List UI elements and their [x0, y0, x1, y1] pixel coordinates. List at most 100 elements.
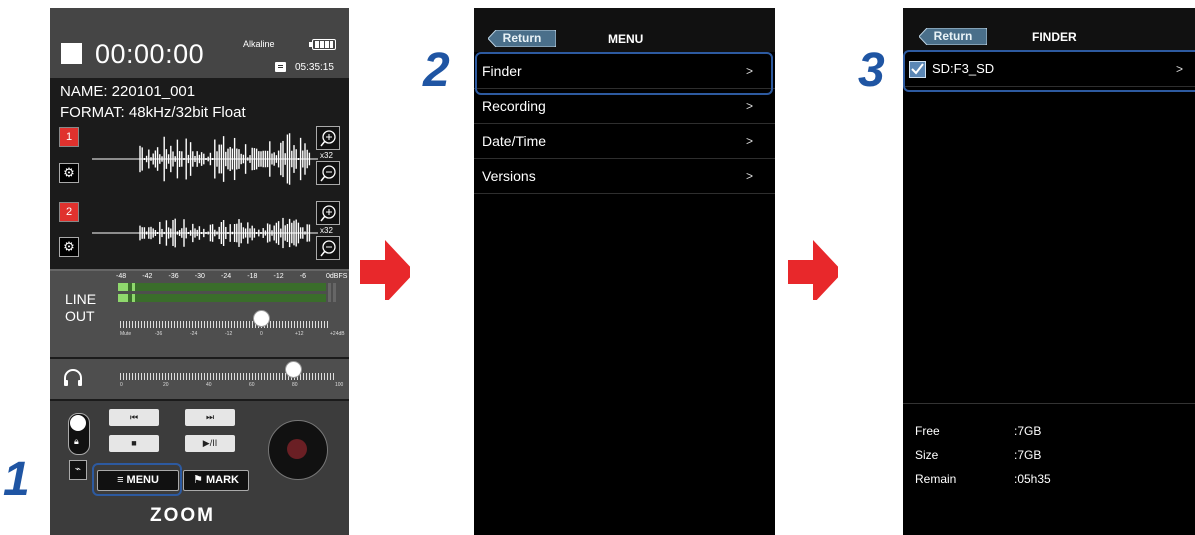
menu-item-label: Date/Time: [482, 133, 547, 149]
zoom-out-track-2-button[interactable]: [316, 236, 340, 260]
line-out-label-2: OUT: [65, 308, 95, 324]
return-button[interactable]: Return: [919, 28, 987, 45]
line-out-label-1: LINE: [65, 291, 97, 307]
lock-icon: 🔒︎: [74, 436, 79, 446]
slide-button[interactable]: ⌁: [69, 460, 87, 480]
zoom-level-track-2: x32: [320, 226, 333, 235]
divider: [903, 403, 1195, 404]
stop-button[interactable]: ■: [109, 435, 159, 452]
mark-button-label: MARK: [205, 474, 239, 486]
gear-icon: ⚙: [63, 239, 75, 254]
rewind-button[interactable]: ⏮: [109, 409, 159, 426]
record-icon: [287, 439, 307, 459]
tick-label: 0: [120, 382, 123, 388]
lock-toggle-knob[interactable]: [70, 415, 86, 431]
track-2-waveform: [92, 217, 318, 249]
file-format: FORMAT: 48kHz/32bit Float: [60, 104, 246, 121]
sd-card-highlight: [903, 50, 1195, 92]
menu-item-date-time[interactable]: Date/Time >: [474, 124, 775, 159]
meter-scale-label: 0dBFS: [326, 273, 348, 280]
menu-title: MENU: [608, 32, 644, 46]
line-out-slider-knob[interactable]: [253, 310, 270, 327]
menu-screen: Return MENU Finder > Recording > Date/Time…: [474, 8, 775, 535]
battery-icon: [312, 39, 336, 50]
zoom-out-track-1-button[interactable]: [316, 161, 340, 185]
meter-scale-label: -36: [168, 273, 179, 280]
meter-peak-1: [132, 283, 135, 291]
finder-title: FINDER: [1032, 30, 1077, 44]
track-1-button[interactable]: 1: [59, 127, 79, 147]
remain-value: :05h35: [1014, 472, 1051, 486]
zoom-out-icon: [320, 165, 336, 182]
return-button[interactable]: Return: [488, 30, 556, 47]
step-number-2: 2: [423, 44, 450, 97]
tick-label: 60: [249, 382, 255, 388]
chevron-right-icon: >: [745, 134, 753, 148]
track-1-waveform: [92, 133, 318, 185]
chevron-right-icon: >: [745, 169, 753, 183]
zoom-in-track-2-button[interactable]: [316, 201, 340, 225]
meter-level-1: [118, 283, 128, 291]
meter-bar-2: [118, 294, 326, 302]
line-out-ticks: Mute -36 -24 -12 0 +12 +24dB: [120, 331, 345, 339]
tick-label: -24: [190, 331, 198, 337]
file-name: NAME: 220101_001: [60, 83, 196, 100]
headphone-slider-track[interactable]: [120, 373, 335, 380]
tick-label: 80: [292, 382, 298, 388]
headphone-icon: [64, 369, 82, 386]
tick-label: +12: [295, 331, 304, 337]
track-1-settings-button[interactable]: ⚙: [59, 163, 79, 183]
free-label: Free: [915, 424, 940, 438]
line-out-label: LINE OUT: [65, 291, 96, 325]
zoom-in-icon: [320, 130, 336, 147]
zoom-in-icon: [320, 205, 336, 222]
headphone-slider-knob[interactable]: [285, 361, 302, 378]
return-label: Return: [502, 31, 542, 45]
meter-clip-2: [333, 283, 336, 302]
finder-screen: Return FINDER SD:F3_SD > Free :7GB Size …: [903, 8, 1195, 535]
meter-scale-label: -30: [194, 273, 205, 280]
arrow-right-icon: [360, 240, 410, 300]
menu-item-label: Versions: [482, 168, 536, 184]
tick-label: 20: [163, 382, 169, 388]
size-value: :7GB: [1014, 448, 1042, 462]
record-status-icon: [61, 43, 82, 64]
track-2-settings-button[interactable]: ⚙: [59, 237, 79, 257]
battery-type-label: Alkaline: [243, 39, 275, 49]
meter-scale: -48 -42 -36 -30 -24 -18 -12 -6 0dBFS: [116, 273, 347, 283]
track-2-button[interactable]: 2: [59, 202, 79, 222]
meter-scale-label: -48: [116, 273, 127, 280]
menu-button-highlight: [92, 463, 182, 496]
play-pause-button[interactable]: ▶/II: [185, 435, 235, 452]
menu-item-versions[interactable]: Versions >: [474, 159, 775, 194]
meter-scale-label: -18: [247, 273, 258, 280]
arrow-right-icon: [788, 240, 838, 300]
step-number-1: 1: [3, 453, 30, 506]
meter-peak-2: [132, 294, 135, 302]
step-number-3: 3: [858, 44, 885, 97]
flag-icon: ⚑: [193, 474, 203, 486]
tick-label: +24dB: [330, 331, 345, 337]
zoom-in-track-1-button[interactable]: [316, 126, 340, 150]
mark-button[interactable]: ⚑ MARK: [183, 470, 249, 491]
meter-scale-label: -12: [273, 273, 284, 280]
free-value: :7GB: [1014, 424, 1042, 438]
return-label: Return: [933, 29, 973, 43]
meter-scale-label: -24: [221, 273, 232, 280]
fast-forward-button[interactable]: ⏭: [185, 409, 235, 426]
gear-icon: ⚙: [63, 165, 75, 180]
meter-clip-1: [328, 283, 331, 302]
meter-level-2: [118, 294, 128, 302]
size-label: Size: [915, 448, 939, 462]
line-out-slider-track[interactable]: [120, 321, 330, 328]
tick-label: Mute: [120, 331, 132, 337]
zoom-level-track-1: x32: [320, 151, 333, 160]
meter-bar-1: [118, 283, 326, 291]
meter-scale-label: -6: [299, 273, 306, 280]
tick-label: 40: [206, 382, 212, 388]
recorder-screen: 00:00:00 Alkaline 05:35:15 NAME: 220101_…: [50, 8, 349, 535]
remaining-time: 05:35:15: [295, 62, 334, 73]
tick-label: -36: [155, 331, 163, 337]
timecode: 00:00:00: [95, 39, 205, 69]
sd-card-icon: [275, 62, 286, 72]
